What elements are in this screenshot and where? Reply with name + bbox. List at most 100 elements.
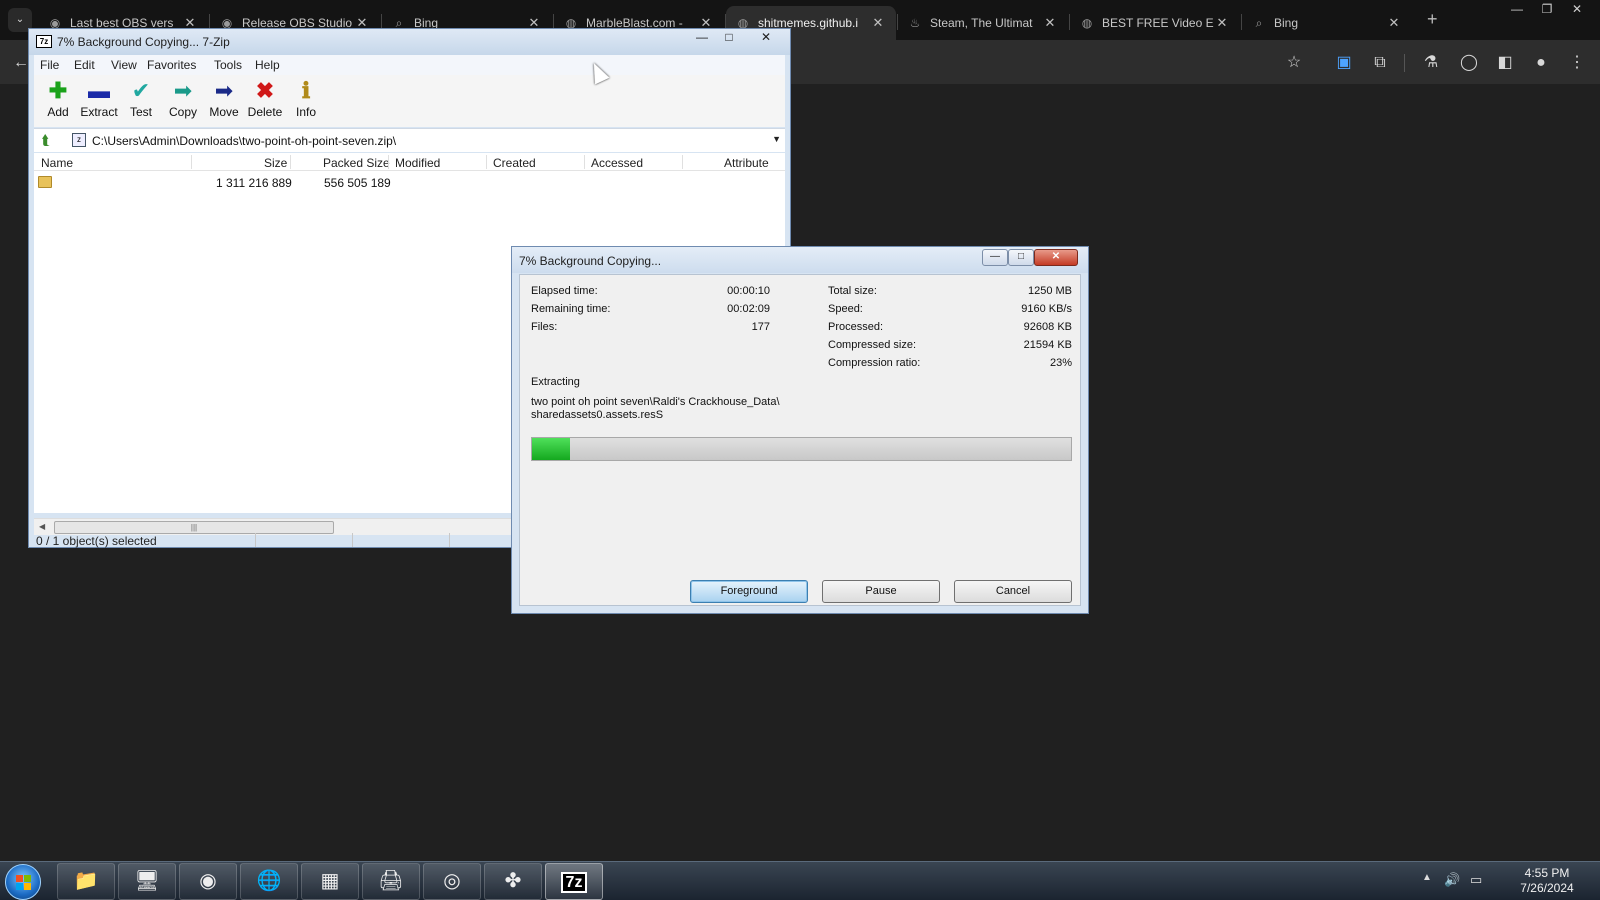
foreground-button[interactable]: Foreground [690,580,808,603]
7zip-close-button[interactable]: ✕ [745,30,787,48]
column-modified[interactable]: Modified [395,156,440,170]
tiles-icon: ▦ [320,870,340,892]
address-bar: ⮬ z C:\Users\Admin\Downloads\two-point-o… [34,128,785,152]
table-row[interactable]: 1 311 216 889 556 505 189 [34,174,785,192]
progress-dialog-title: 7% Background Copying... [519,254,662,268]
taskbar-computer-button[interactable]: 🖥 [118,863,176,900]
test-button[interactable]: ✔ Test [120,77,162,125]
dialog-close-button[interactable]: ✕ [1034,249,1078,266]
scroll-left-icon[interactable]: ◀ [39,522,45,531]
copy-arrow-icon: ➡ [173,78,193,103]
taskbar-chrome-button[interactable]: ◉ [179,863,237,900]
menu-help[interactable]: Help [255,58,280,72]
browser-minimize-button[interactable]: — [1503,2,1531,16]
column-divider [191,155,192,169]
browser-tab[interactable]: ♨ Steam, The Ultimat ✕ [898,6,1068,40]
dialog-minimize-button[interactable]: — [982,249,1008,266]
processed-value: 92608 KB [1023,321,1072,333]
browser-close-button[interactable]: ✕ [1563,2,1591,16]
taskbar-clock[interactable]: 4:55 PM 7/26/2024 [1504,866,1590,896]
dialog-maximize-button[interactable]: □ [1008,249,1034,266]
sync-circle-icon[interactable]: ◯ [1458,52,1480,74]
clock-date: 7/26/2024 [1520,881,1574,895]
7zip-app-icon: 7z [36,35,52,48]
network-icon[interactable]: ▭ [1470,872,1482,888]
column-accessed[interactable]: Accessed [591,156,643,170]
extract-button[interactable]: ▬ Extract [78,77,120,125]
address-path[interactable]: C:\Users\Admin\Downloads\two-point-oh-po… [92,134,396,148]
volume-icon[interactable]: 🔊 [1444,872,1460,888]
menu-edit[interactable]: Edit [74,58,95,72]
clock-time: 4:55 PM [1524,866,1570,880]
extensions-puzzle-icon[interactable]: ⧉ [1369,52,1391,74]
menu-favorites[interactable]: Favorites [147,58,196,72]
taskbar-print-app-button[interactable]: 🖨 [362,863,420,900]
elapsed-time-value: 00:00:10 [727,285,770,297]
side-panel-icon[interactable]: ◧ [1494,52,1516,74]
copy-button[interactable]: ➡ Copy [162,77,204,125]
menu-view[interactable]: View [111,58,137,72]
delete-button[interactable]: ✖ Delete [244,77,286,125]
info-icon: ℹ [301,78,311,103]
address-dropdown-icon[interactable]: ▼ [772,134,781,144]
menu-file[interactable]: File [40,58,59,72]
menu-kebab-icon[interactable]: ⋮ [1566,52,1588,74]
taskbar-explorer-button[interactable]: 📁 [57,863,115,900]
7zip-title-bar[interactable]: 7z 7% Background Copying... 7-Zip — □ ✕ [29,29,790,55]
labs-flask-icon[interactable]: ⚗ [1420,52,1442,74]
cancel-button[interactable]: Cancel [954,580,1072,603]
progress-bar [531,437,1072,461]
chrome-icon: ◉ [199,870,217,892]
delete-label: Delete [247,105,283,119]
taskbar-globe-app-button[interactable]: 🌐 [240,863,298,900]
taskbar-app-tiles-button[interactable]: ▦ [301,863,359,900]
column-size[interactable]: Size [264,156,287,170]
add-button[interactable]: ✚ Add [37,77,79,125]
tray-expand-icon[interactable]: ▲ [1422,872,1432,883]
column-attributes[interactable]: Attribute [724,156,769,170]
extension-app-icon[interactable]: ▣ [1333,52,1355,74]
move-arrow-icon: ➡ [214,78,234,103]
compressed-size-value: 21594 KB [1023,339,1072,351]
progress-dialog-title-bar[interactable]: 7% Background Copying... — □ ✕ [512,247,1088,273]
add-label: Add [47,105,69,119]
start-button[interactable] [5,864,41,900]
browser-tab[interactable]: ⌕ Bing ✕ [1242,6,1412,40]
status-text: 0 / 1 object(s) selected [36,534,157,548]
compression-ratio-value: 23% [1049,357,1072,369]
tab-close-icon[interactable]: ✕ [1386,15,1402,31]
row-packed-size: 556 505 189 [324,176,391,190]
speed-value: 9160 KB/s [1021,303,1072,315]
info-button[interactable]: ℹ Info [285,77,327,125]
column-packed-size[interactable]: Packed Size [323,156,390,170]
taskbar-obs-button[interactable]: ◎ [423,863,481,900]
pause-button[interactable]: Pause [822,580,940,603]
files-label: Files: [531,321,558,333]
menu-tools[interactable]: Tools [214,58,242,72]
browser-tab[interactable]: ◍ BEST FREE Video E ✕ [1070,6,1240,40]
globe-icon: 🌐 [256,870,282,892]
7zip-minimize-button[interactable]: — [689,30,715,48]
move-button[interactable]: ➡ Move [203,77,245,125]
browser-restore-button[interactable]: ❐ [1533,2,1561,16]
copy-label: Copy [168,105,197,119]
profile-avatar-icon[interactable]: ● [1530,52,1552,74]
elapsed-time-label: Elapsed time: [531,285,598,297]
check-icon: ✔ [131,78,151,103]
scrollbar-thumb[interactable]: ||| [54,521,334,534]
column-created[interactable]: Created [493,156,536,170]
taskbar-7zip-button[interactable]: 7z [545,863,603,900]
tab-close-icon[interactable]: ✕ [870,15,886,31]
column-name[interactable]: Name [41,156,73,170]
remaining-time-label: Remaining time: [531,303,611,315]
tab-close-icon[interactable]: ✕ [1042,15,1058,31]
taskbar: 📁 🖥 ◉ 🌐 ▦ 🖨 ◎ ✤ 7z ▲ 🔊 ▭ 4:55 PM 7/26/2024 [0,861,1600,900]
operation-label: Extracting [531,376,580,388]
taskbar-gamepad-app-button[interactable]: ✤ [484,863,542,900]
bookmark-star-icon[interactable]: ☆ [1283,52,1305,74]
new-tab-button[interactable]: + [1427,9,1438,30]
tab-close-icon[interactable]: ✕ [1214,15,1230,31]
7zip-maximize-button[interactable]: □ [716,30,742,48]
globe-icon: ◍ [1081,16,1093,30]
up-folder-icon[interactable]: ⮬ [38,132,54,148]
